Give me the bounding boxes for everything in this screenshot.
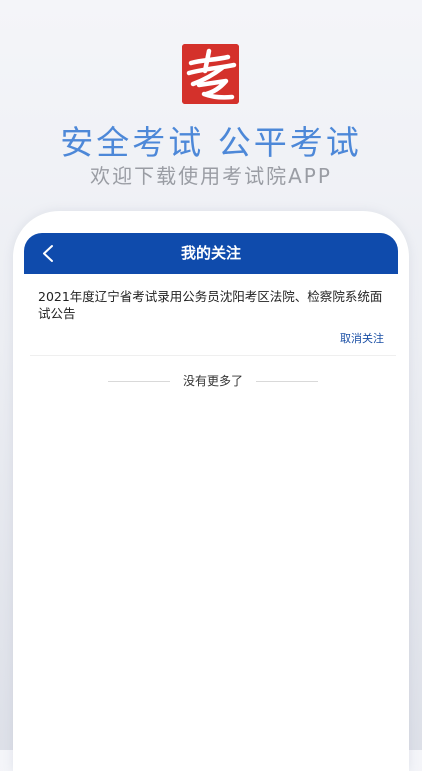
app-logo [182,44,239,104]
back-button[interactable] [34,233,64,274]
no-more-indicator: 没有更多了 [108,372,318,390]
slogan: 安全考试 公平考试 [60,123,362,162]
notice-title[interactable]: 2021年度辽宁省考试录用公务员沈阳考区法院、检察院系统面试公告 [38,288,390,322]
divider-right [256,381,318,382]
chevron-left-icon [43,245,53,262]
unfollow-button[interactable]: 取消关注 [340,330,384,346]
subslogan: 欢迎下载使用考试院APP [90,164,332,188]
nav-header: 我的关注 [24,233,398,274]
list-item[interactable]: 2021年度辽宁省考试录用公务员沈阳考区法院、检察院系统面试公告 取消关注 [30,283,396,356]
kao-exam-logo-icon [182,44,239,104]
page-title: 我的关注 [180,244,241,262]
